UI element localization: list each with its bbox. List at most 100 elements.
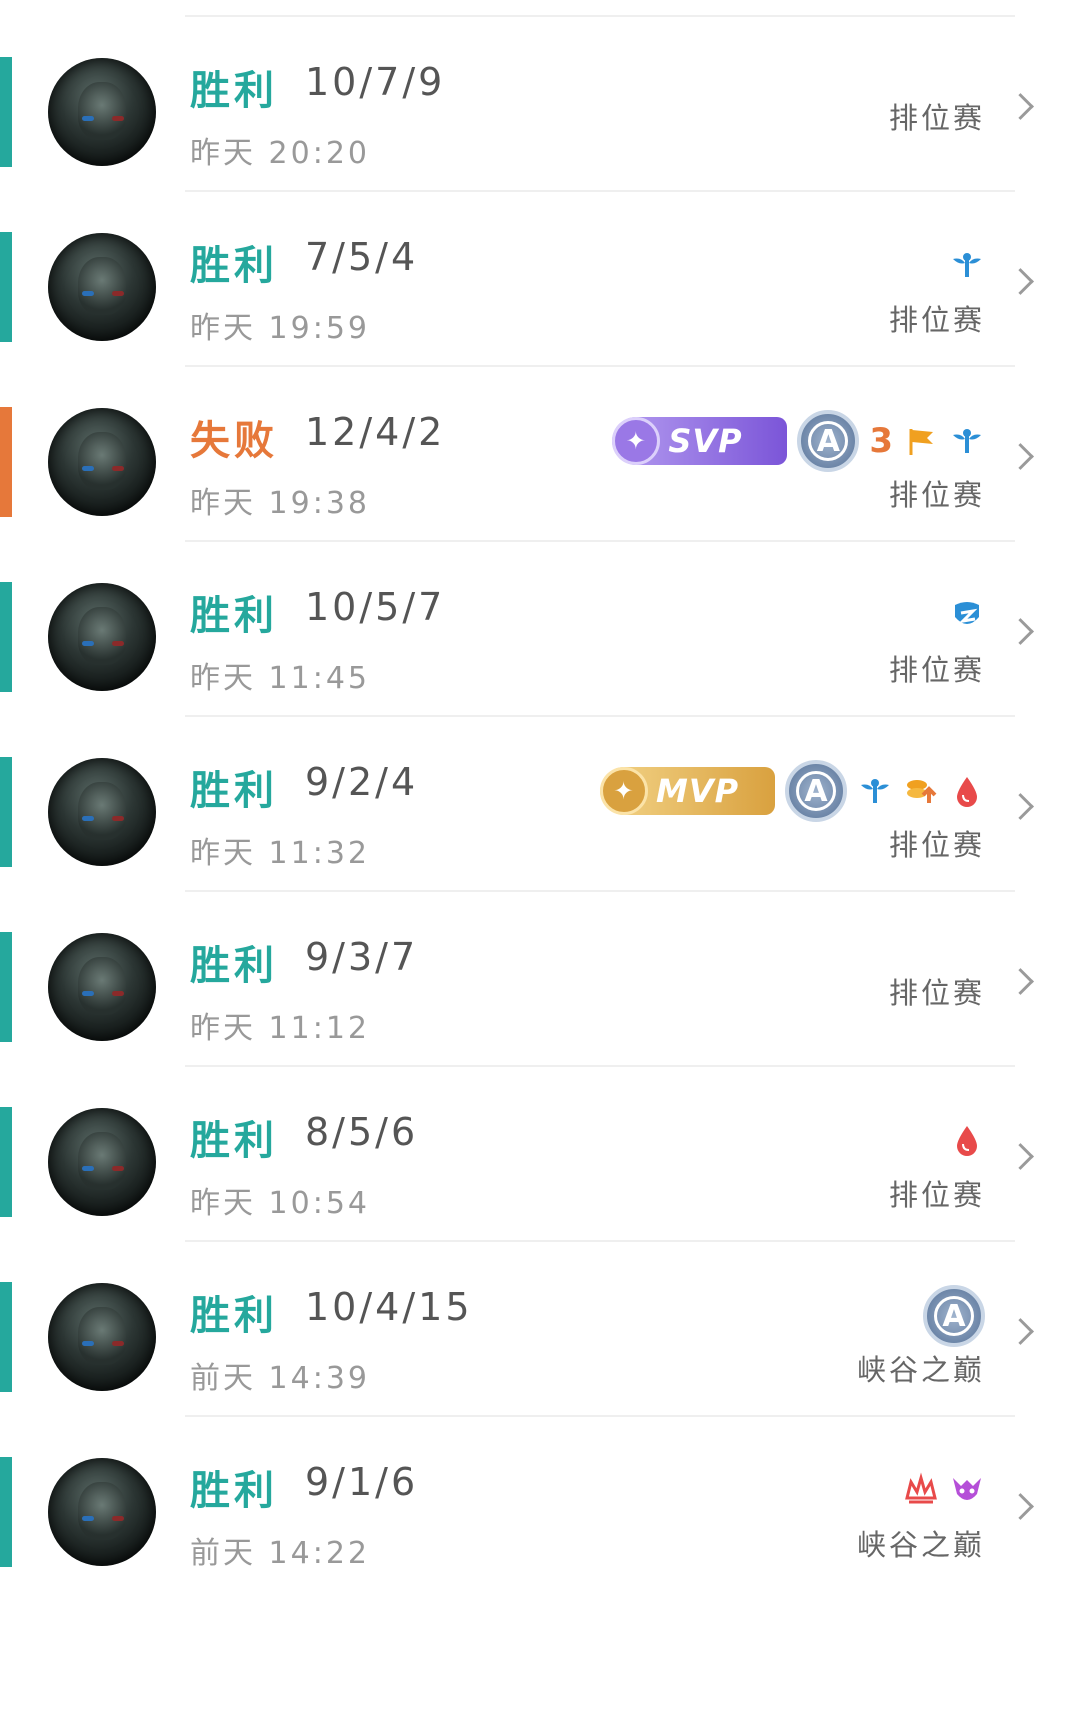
kda-score: 10/4/15 <box>305 1285 473 1329</box>
match-result: 胜利 <box>190 593 278 639</box>
game-mode: 排位赛 <box>888 303 985 337</box>
kda-score: 9/3/7 <box>305 935 419 979</box>
match-row[interactable]: 胜利 9/2/4 昨天 11:32 ✦ MVP A 排位赛 <box>0 700 1080 893</box>
grade-label: A <box>934 1296 974 1336</box>
svp-label: SVP <box>668 422 743 460</box>
game-mode: 峡谷之巅 <box>856 1528 985 1562</box>
result-indicator-bar <box>0 932 12 1042</box>
grade-a-badge: A <box>785 760 847 822</box>
achievement-badges: ✦ SVP A 3 <box>612 410 985 472</box>
flag-icon <box>903 423 939 459</box>
match-result: 胜利 <box>190 1293 278 1339</box>
hero-avatar <box>48 233 156 341</box>
blood-drop-icon <box>949 773 985 809</box>
result-indicator-bar <box>0 407 12 517</box>
result-indicator-bar <box>0 1282 12 1392</box>
kda-score: 12/4/2 <box>305 410 446 454</box>
achievement-badges <box>949 1122 985 1158</box>
match-time: 前天 14:22 <box>190 1536 370 1571</box>
grade-a-badge: A <box>797 410 860 472</box>
match-time: 前天 14:39 <box>190 1361 370 1396</box>
result-indicator-bar <box>0 57 12 167</box>
achievement-badges: ✦ MVP A <box>600 760 985 822</box>
svp-badge: ✦ SVP <box>612 417 788 465</box>
row-divider <box>185 1065 1015 1067</box>
match-row[interactable]: 胜利 9/1/6 前天 14:22 峡谷之巅 <box>0 1400 1080 1593</box>
grade-label: A <box>808 421 849 461</box>
match-result: 胜利 <box>190 1118 278 1164</box>
match-row[interactable]: 胜利 10/7/9 昨天 20:20 排位赛 <box>0 0 1080 193</box>
chevron-right-icon <box>1007 618 1034 645</box>
row-divider <box>185 1415 1015 1417</box>
hero-avatar <box>48 583 156 691</box>
demon-icon <box>949 1472 985 1508</box>
match-row[interactable]: 失败 12/4/2 昨天 19:38 ✦ SVP A 3 排位赛 <box>0 350 1080 543</box>
match-time: 昨天 11:32 <box>190 836 370 871</box>
mvp-badge: ✦ MVP <box>600 767 775 815</box>
chevron-right-icon <box>1007 1493 1034 1520</box>
result-indicator-bar <box>0 582 12 692</box>
wings-icon <box>949 423 985 459</box>
mvp-label: MVP <box>656 772 740 810</box>
match-result: 胜利 <box>190 68 278 114</box>
match-result: 胜利 <box>190 768 278 814</box>
blood-drop-icon <box>949 1122 985 1158</box>
match-time: 昨天 11:45 <box>190 661 370 696</box>
result-indicator-bar <box>0 1457 12 1567</box>
chevron-right-icon <box>1007 968 1034 995</box>
match-result: 失败 <box>190 418 278 464</box>
match-row[interactable]: 胜利 10/4/15 前天 14:39 A 峡谷之巅 <box>0 1225 1080 1418</box>
hero-avatar <box>48 1108 156 1216</box>
achievement-badges: A <box>923 1285 985 1347</box>
game-mode: 排位赛 <box>888 828 985 862</box>
result-indicator-bar <box>0 757 12 867</box>
match-time: 昨天 11:12 <box>190 1011 370 1046</box>
coins-icon <box>903 773 939 809</box>
row-divider <box>185 15 1015 17</box>
kda-score: 7/5/4 <box>305 235 419 279</box>
game-mode: 排位赛 <box>888 976 985 1010</box>
match-row[interactable]: 胜利 9/3/7 昨天 11:12 排位赛 <box>0 875 1080 1068</box>
result-indicator-bar <box>0 232 12 342</box>
match-row[interactable]: 胜利 10/5/7 昨天 11:45 排位赛 <box>0 525 1080 718</box>
kda-score: 10/7/9 <box>305 60 446 104</box>
wings-icon <box>949 247 985 283</box>
match-result: 胜利 <box>190 1468 278 1514</box>
hero-avatar <box>48 408 156 516</box>
hero-avatar <box>48 933 156 1041</box>
match-time: 昨天 19:38 <box>190 486 370 521</box>
shield-icon <box>949 597 985 633</box>
match-row[interactable]: 胜利 7/5/4 昨天 19:59 排位赛 <box>0 175 1080 368</box>
chevron-right-icon <box>1007 793 1034 820</box>
kda-score: 9/2/4 <box>305 760 419 804</box>
match-time: 昨天 20:20 <box>190 136 370 171</box>
hero-avatar <box>48 758 156 866</box>
star-icon: ✦ <box>600 767 648 815</box>
match-result: 胜利 <box>190 243 278 289</box>
game-mode: 排位赛 <box>888 1178 985 1212</box>
chevron-right-icon <box>1007 1318 1034 1345</box>
row-divider <box>185 890 1015 892</box>
game-mode: 峡谷之巅 <box>856 1353 985 1387</box>
kda-score: 8/5/6 <box>305 1110 419 1154</box>
match-row[interactable]: 胜利 8/5/6 昨天 10:54 排位赛 <box>0 1050 1080 1243</box>
achievement-badges <box>903 1472 985 1508</box>
hero-avatar <box>48 1283 156 1391</box>
grade-a-badge: A <box>923 1285 985 1347</box>
crown-icon <box>903 1472 939 1508</box>
result-indicator-bar <box>0 1107 12 1217</box>
achievement-badges <box>949 247 985 283</box>
match-time: 昨天 19:59 <box>190 311 370 346</box>
row-divider <box>185 1240 1015 1242</box>
chevron-right-icon <box>1007 1143 1034 1170</box>
chevron-right-icon <box>1007 443 1034 470</box>
hero-avatar <box>48 58 156 166</box>
game-mode: 排位赛 <box>888 478 985 512</box>
row-divider <box>185 540 1015 542</box>
achievement-badges <box>949 597 985 633</box>
streak-number: 3 <box>869 421 893 461</box>
chevron-right-icon <box>1007 93 1034 120</box>
star-icon: ✦ <box>612 417 661 465</box>
game-mode: 排位赛 <box>888 653 985 687</box>
wings-icon <box>857 773 893 809</box>
